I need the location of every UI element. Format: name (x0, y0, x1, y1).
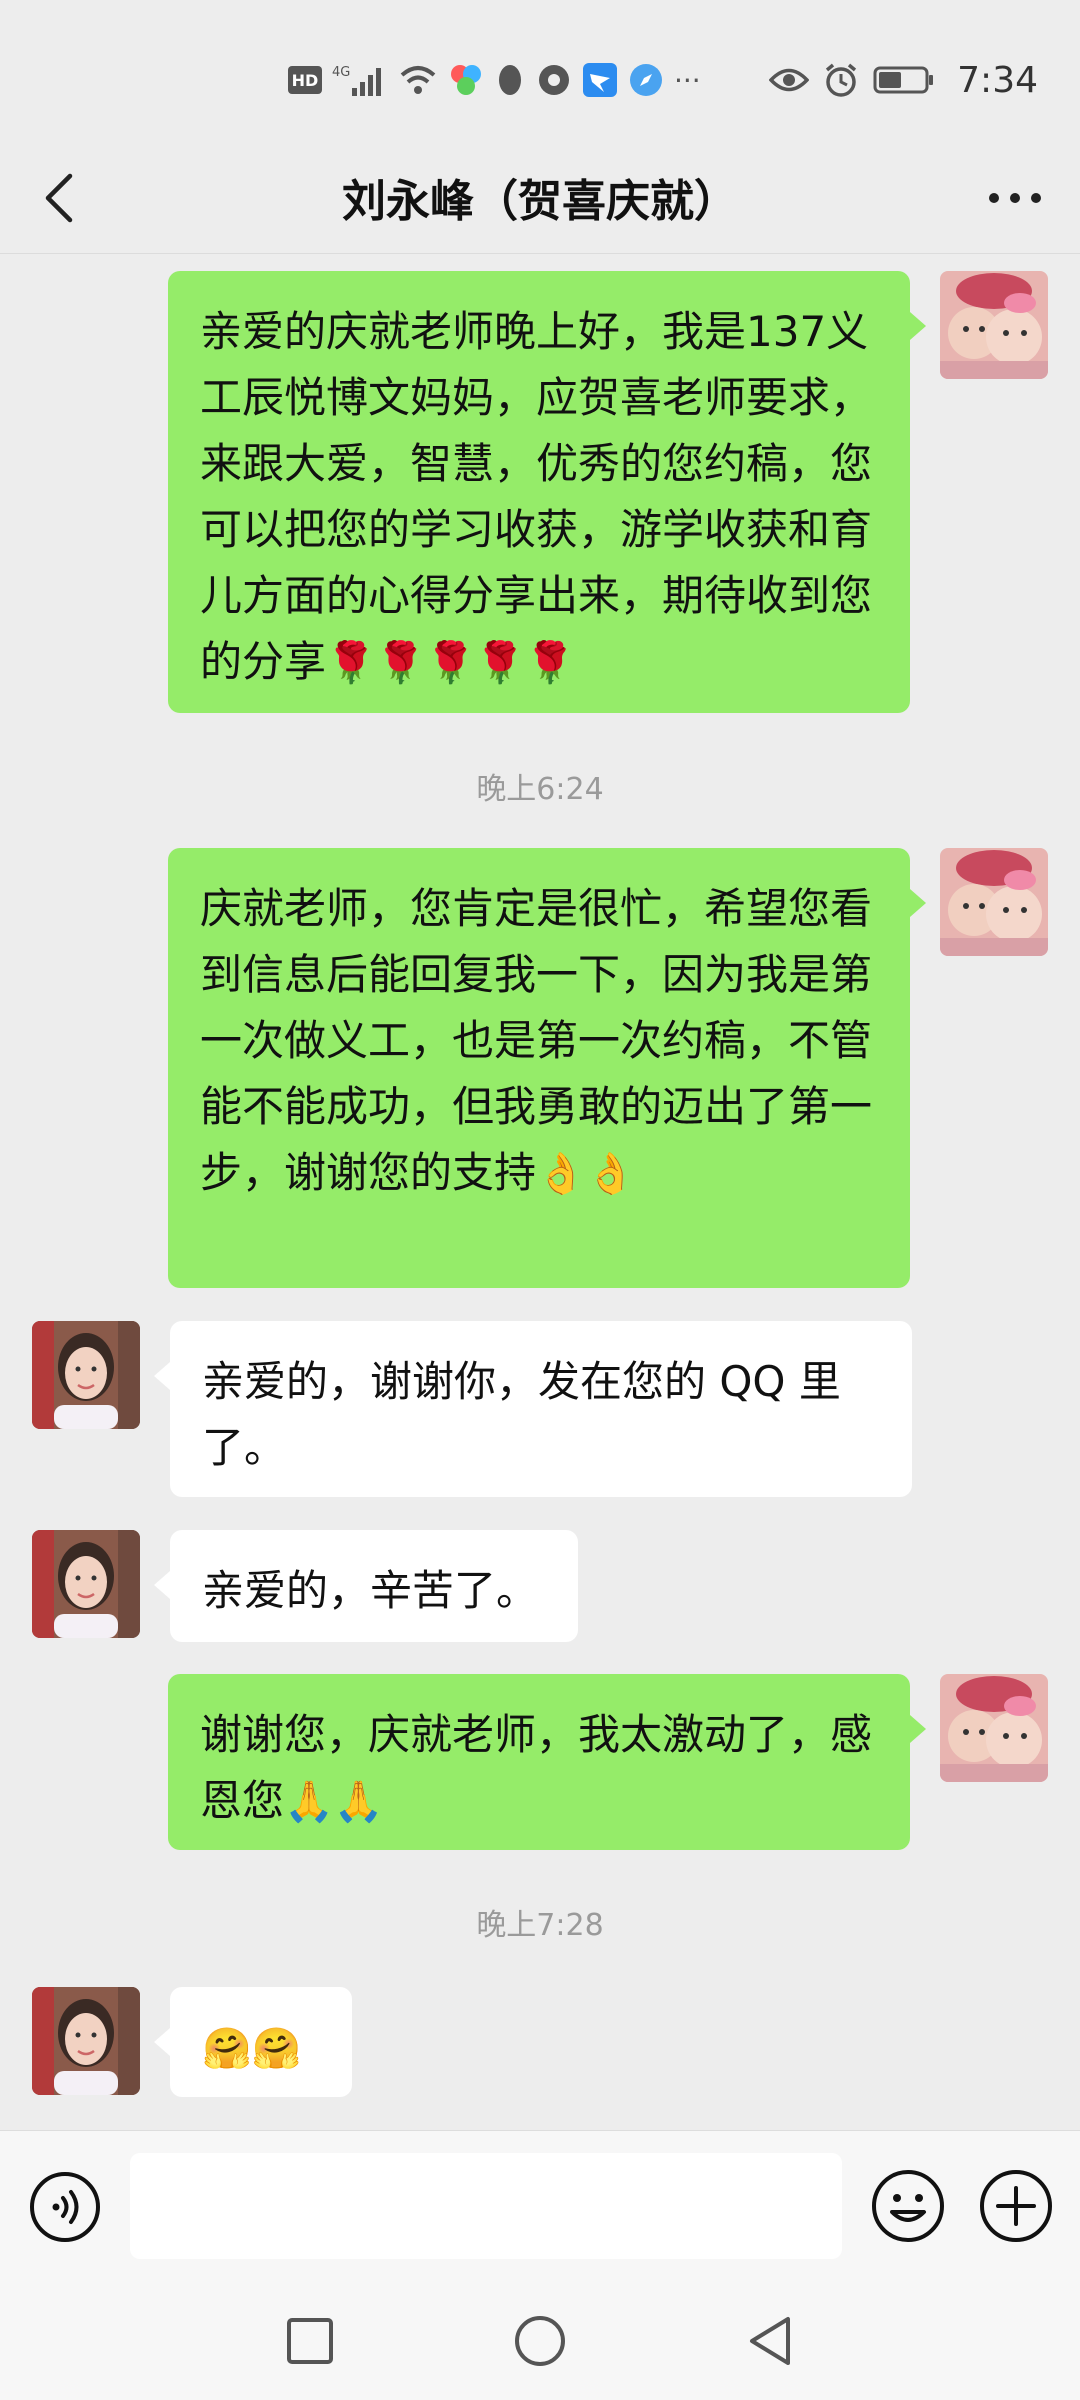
voice-input-button[interactable] (28, 2170, 102, 2244)
timestamp: 晚上6:24 (476, 772, 604, 807)
message-text: 亲爱的，辛苦了。 (202, 1566, 539, 1615)
square-icon (287, 2318, 333, 2364)
message-bubble[interactable]: 亲爱的，谢谢你，发在您的 QQ 里了。 (170, 1321, 912, 1497)
wifi-icon (398, 60, 438, 100)
praying-hands-emoji: 🙏🙏 (284, 1779, 384, 1825)
qq-penguin-icon (494, 60, 526, 100)
message-bubble[interactable]: 亲爱的，辛苦了。 (170, 1530, 578, 1642)
battery-icon (873, 60, 935, 100)
hd-icon: HD (288, 60, 322, 100)
smiley-icon (872, 2170, 944, 2242)
message-text: 亲爱的庆就老师晚上好，我是137义工辰悦博文妈妈，应贺喜老师要求，来跟大爱，智慧… (200, 307, 873, 686)
status-time: 7:34 (957, 59, 1038, 101)
my-avatar[interactable] (940, 271, 1048, 379)
camera-shutter-icon (536, 60, 572, 100)
voice-icon (30, 2172, 100, 2242)
message-bubble[interactable]: 谢谢您，庆就老师，我太激动了，感恩您🙏🙏 (168, 1674, 910, 1850)
triangle-back-icon (750, 2317, 790, 2365)
compass-app-icon (628, 60, 664, 100)
message-bubble[interactable]: 亲爱的庆就老师晚上好，我是137义工辰悦博文妈妈，应贺喜老师要求，来跟大爱，智慧… (168, 271, 910, 713)
my-avatar[interactable] (940, 848, 1048, 956)
contact-avatar[interactable] (32, 1987, 140, 2095)
message-input[interactable] (130, 2153, 842, 2259)
contact-avatar[interactable] (32, 1530, 140, 1638)
plus-circle-icon (980, 2170, 1052, 2242)
hugging-emoji: 🤗🤗 (202, 2026, 302, 2072)
bubble-tail (154, 1362, 170, 1390)
alarm-icon (823, 60, 859, 100)
app-colorful-icon (448, 60, 484, 100)
contact-avatar[interactable] (32, 1321, 140, 1429)
circle-icon (515, 2316, 565, 2366)
more-functions-button[interactable] (978, 2168, 1054, 2244)
bubble-tail (910, 1715, 926, 1743)
svg-text:HD: HD (292, 71, 319, 90)
timestamp: 晚上7:28 (476, 1908, 604, 1943)
chat-title: 刘永峰（贺喜庆就） (342, 176, 738, 227)
system-nav-bar (0, 2280, 1080, 2400)
chevron-left-icon (45, 173, 73, 223)
more-options-button[interactable] (980, 168, 1050, 228)
ok-hand-emoji: 👌👌 (536, 1151, 636, 1197)
eye-icon (769, 60, 810, 100)
status-bar: HD 4G ··· 7:34 (0, 0, 1080, 140)
back-nav-button[interactable] (735, 2306, 805, 2376)
more-dots-icon (989, 193, 1041, 203)
message-text: 亲爱的，谢谢你，发在您的 QQ 里了。 (202, 1357, 841, 1472)
back-button[interactable] (30, 168, 90, 228)
message-bubble[interactable]: 庆就老师，您肯定是很忙，希望您看到信息后能回复我一下，因为我是第一次做义工，也是… (168, 848, 910, 1288)
recents-button[interactable] (275, 2306, 345, 2376)
bubble-tail (154, 1571, 170, 1599)
rose-emoji: 🌹🌹🌹🌹🌹 (326, 640, 576, 686)
input-bar (0, 2130, 1080, 2280)
bubble-tail (910, 312, 926, 340)
home-button[interactable] (505, 2306, 575, 2376)
dingtalk-icon (582, 60, 618, 100)
more-notifications-icon: ··· (674, 63, 701, 97)
message-bubble[interactable]: 🤗🤗 (170, 1987, 352, 2097)
chat-messages[interactable]: 亲爱的庆就老师晚上好，我是137义工辰悦博文妈妈，应贺喜老师要求，来跟大爱，智慧… (0, 254, 1080, 2130)
status-icons-right: 7:34 (769, 58, 1080, 102)
svg-text:4G: 4G (332, 65, 350, 80)
emoji-button[interactable] (870, 2168, 946, 2244)
status-icons-left: HD 4G ··· (288, 58, 701, 102)
my-avatar[interactable] (940, 1674, 1048, 1782)
bubble-tail (154, 2028, 170, 2056)
chat-header: 刘永峰（贺喜庆就） (0, 140, 1080, 254)
bubble-tail (910, 889, 926, 917)
signal-4g-icon: 4G (332, 60, 388, 100)
